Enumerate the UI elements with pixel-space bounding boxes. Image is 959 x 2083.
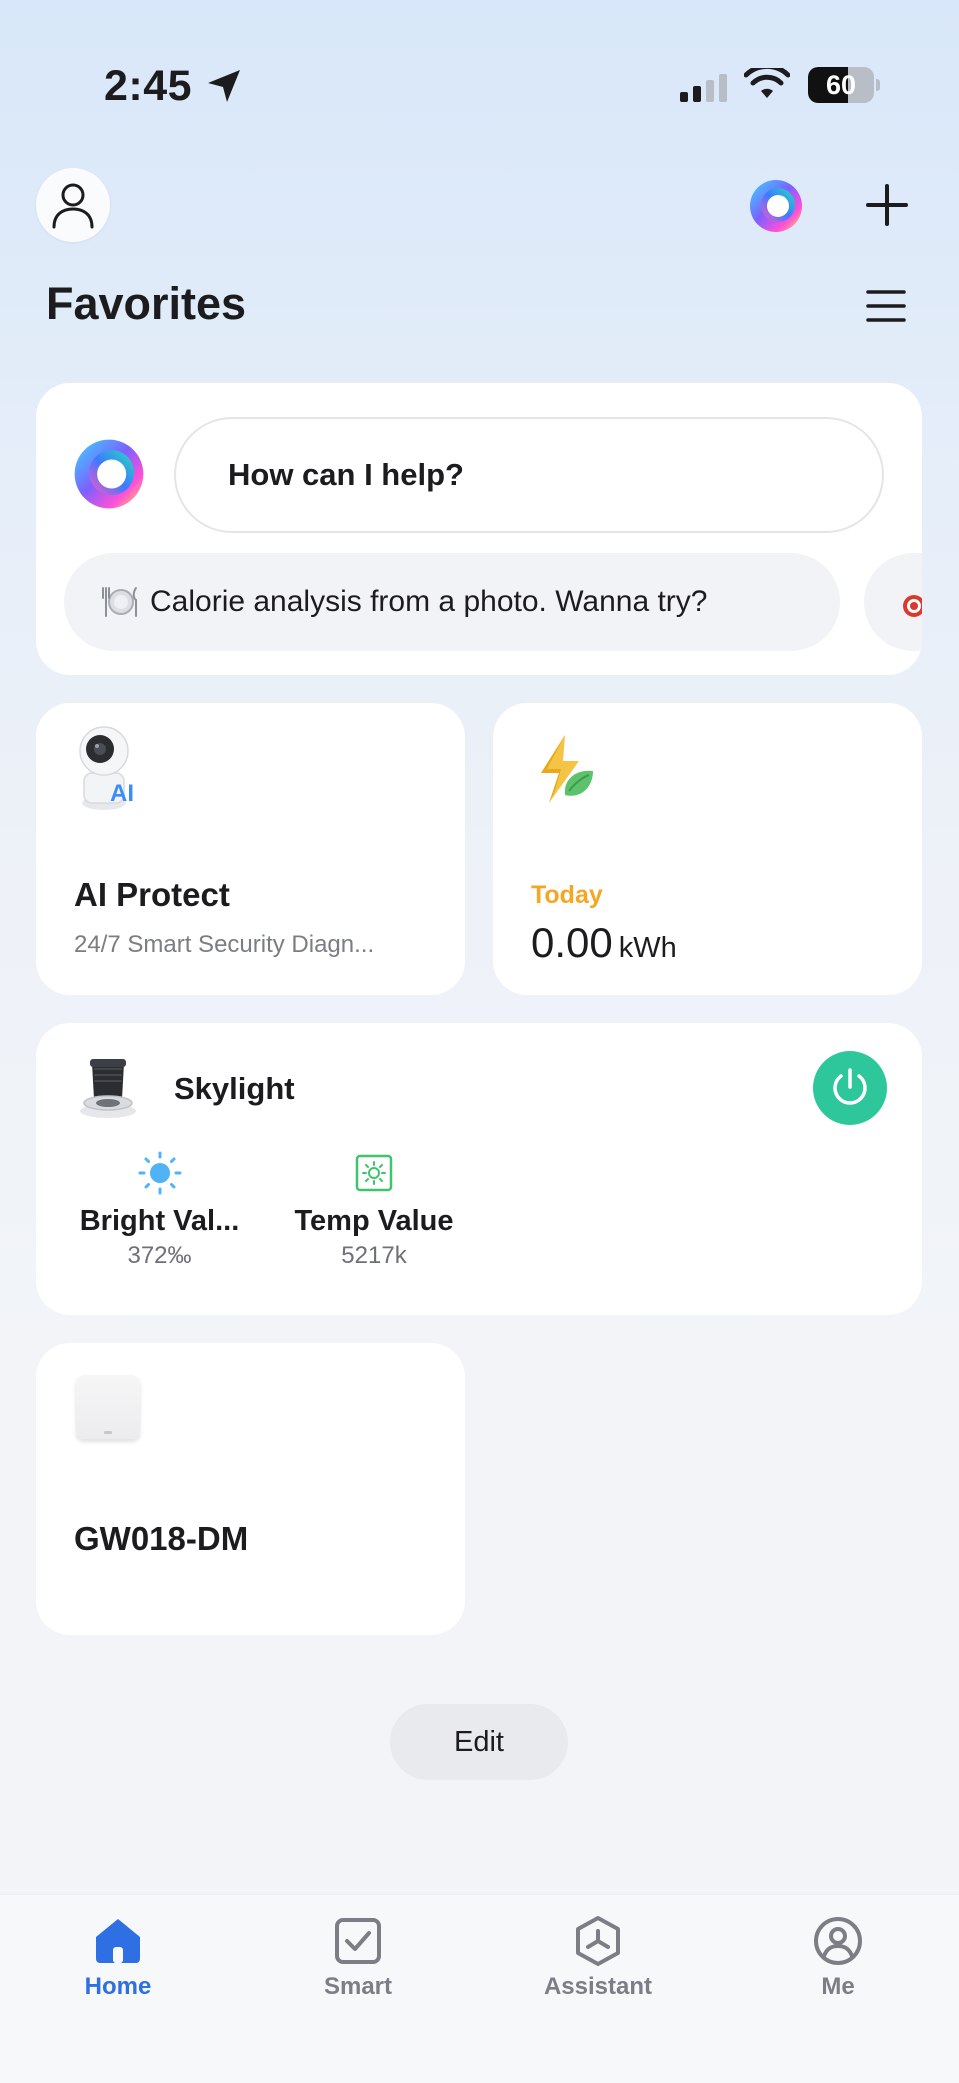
smart-check-icon	[335, 1918, 381, 1964]
wifi-icon	[744, 68, 790, 98]
tab-smart[interactable]: Smart	[278, 1915, 438, 2001]
svg-text:AI: AI	[110, 780, 134, 807]
plate-cutlery-icon	[102, 587, 137, 617]
brightness-label: Bright Val...	[79, 1205, 240, 1237]
power-toggle-button[interactable]	[813, 1051, 887, 1125]
battery-indicator: 60	[808, 67, 880, 103]
assistant-icon	[576, 1916, 620, 1966]
menu-list-icon[interactable]	[866, 288, 906, 324]
bottom-tab-bar: Home Smart Assistant Me	[0, 1894, 959, 2083]
ai-protect-title: AI Protect	[74, 876, 230, 913]
temperature-label: Temp Value	[294, 1205, 454, 1237]
profile-avatar-button[interactable]	[36, 168, 110, 242]
status-time: 2:45	[104, 62, 193, 110]
temperature-value: 5217k	[341, 1242, 407, 1269]
ai-orb-icon	[74, 439, 144, 509]
assistant-card: How can I help? Calorie analysis from a …	[36, 383, 922, 675]
energy-value: 0.00	[531, 919, 613, 966]
ask-assistant-placeholder: How can I help?	[228, 457, 464, 492]
battery-percent-text: 60	[825, 70, 857, 100]
gateway-name: GW018-DM	[74, 1520, 249, 1557]
power-icon	[833, 1068, 867, 1105]
target-icon	[903, 595, 922, 617]
energy-card[interactable]: Today 0.00 kWh	[493, 703, 922, 995]
downlight-lamp-icon	[80, 1059, 136, 1118]
tab-me[interactable]: Me	[758, 1915, 918, 2001]
suggestion-text: Calorie analysis from a photo. Wanna try…	[150, 585, 708, 618]
skylight-name: Skylight	[174, 1071, 295, 1106]
user-icon	[52, 183, 94, 229]
tab-assistant-label: Assistant	[543, 1973, 653, 2000]
cellular-signal-icon	[680, 74, 727, 102]
color-temperature-icon	[355, 1154, 393, 1192]
gateway-device-card[interactable]: GW018-DM	[36, 1343, 465, 1635]
suggestion-chip[interactable]: Calorie analysis from a photo. Wanna try…	[64, 553, 840, 651]
brightness-stat: Bright Val... 372‰	[72, 1151, 247, 1270]
tab-me-label: Me	[821, 1973, 855, 2000]
brightness-sun-icon	[138, 1151, 181, 1195]
home-icon	[96, 1919, 140, 1963]
ai-protect-card[interactable]: AI AI Protect 24/7 Smart Security Diagn.…	[36, 703, 465, 995]
page-title: Favorites	[46, 278, 247, 329]
tab-home-label: Home	[84, 1973, 152, 2000]
skylight-device-card[interactable]: Skylight Bright Val... 372‰ Temp Value 5…	[36, 1023, 922, 1315]
energy-value-group: 0.00 kWh	[531, 919, 677, 967]
security-camera-icon: AI	[79, 726, 134, 810]
tab-home[interactable]: Home	[38, 1915, 198, 2001]
ai-assistant-orb-button[interactable]	[748, 178, 804, 234]
brightness-value: 372‰	[127, 1242, 192, 1269]
profile-icon	[814, 1917, 862, 1965]
ai-protect-subtitle: 24/7 Smart Security Diagn...	[74, 931, 375, 958]
edit-button[interactable]: Edit	[390, 1704, 568, 1780]
energy-bolt-icon	[541, 735, 593, 803]
add-button[interactable]	[862, 180, 912, 230]
gateway-hub-icon	[76, 1375, 140, 1439]
tab-assistant[interactable]: Assistant	[518, 1915, 678, 2001]
location-arrow-icon	[208, 70, 240, 102]
energy-unit: kWh	[618, 932, 677, 964]
ask-assistant-input[interactable]: How can I help?	[174, 417, 884, 533]
tab-smart-label: Smart	[323, 1973, 393, 2000]
temperature-stat: Temp Value 5217k	[284, 1151, 464, 1270]
status-bar: 2:45 60	[0, 0, 959, 150]
today-label: Today	[531, 881, 603, 909]
